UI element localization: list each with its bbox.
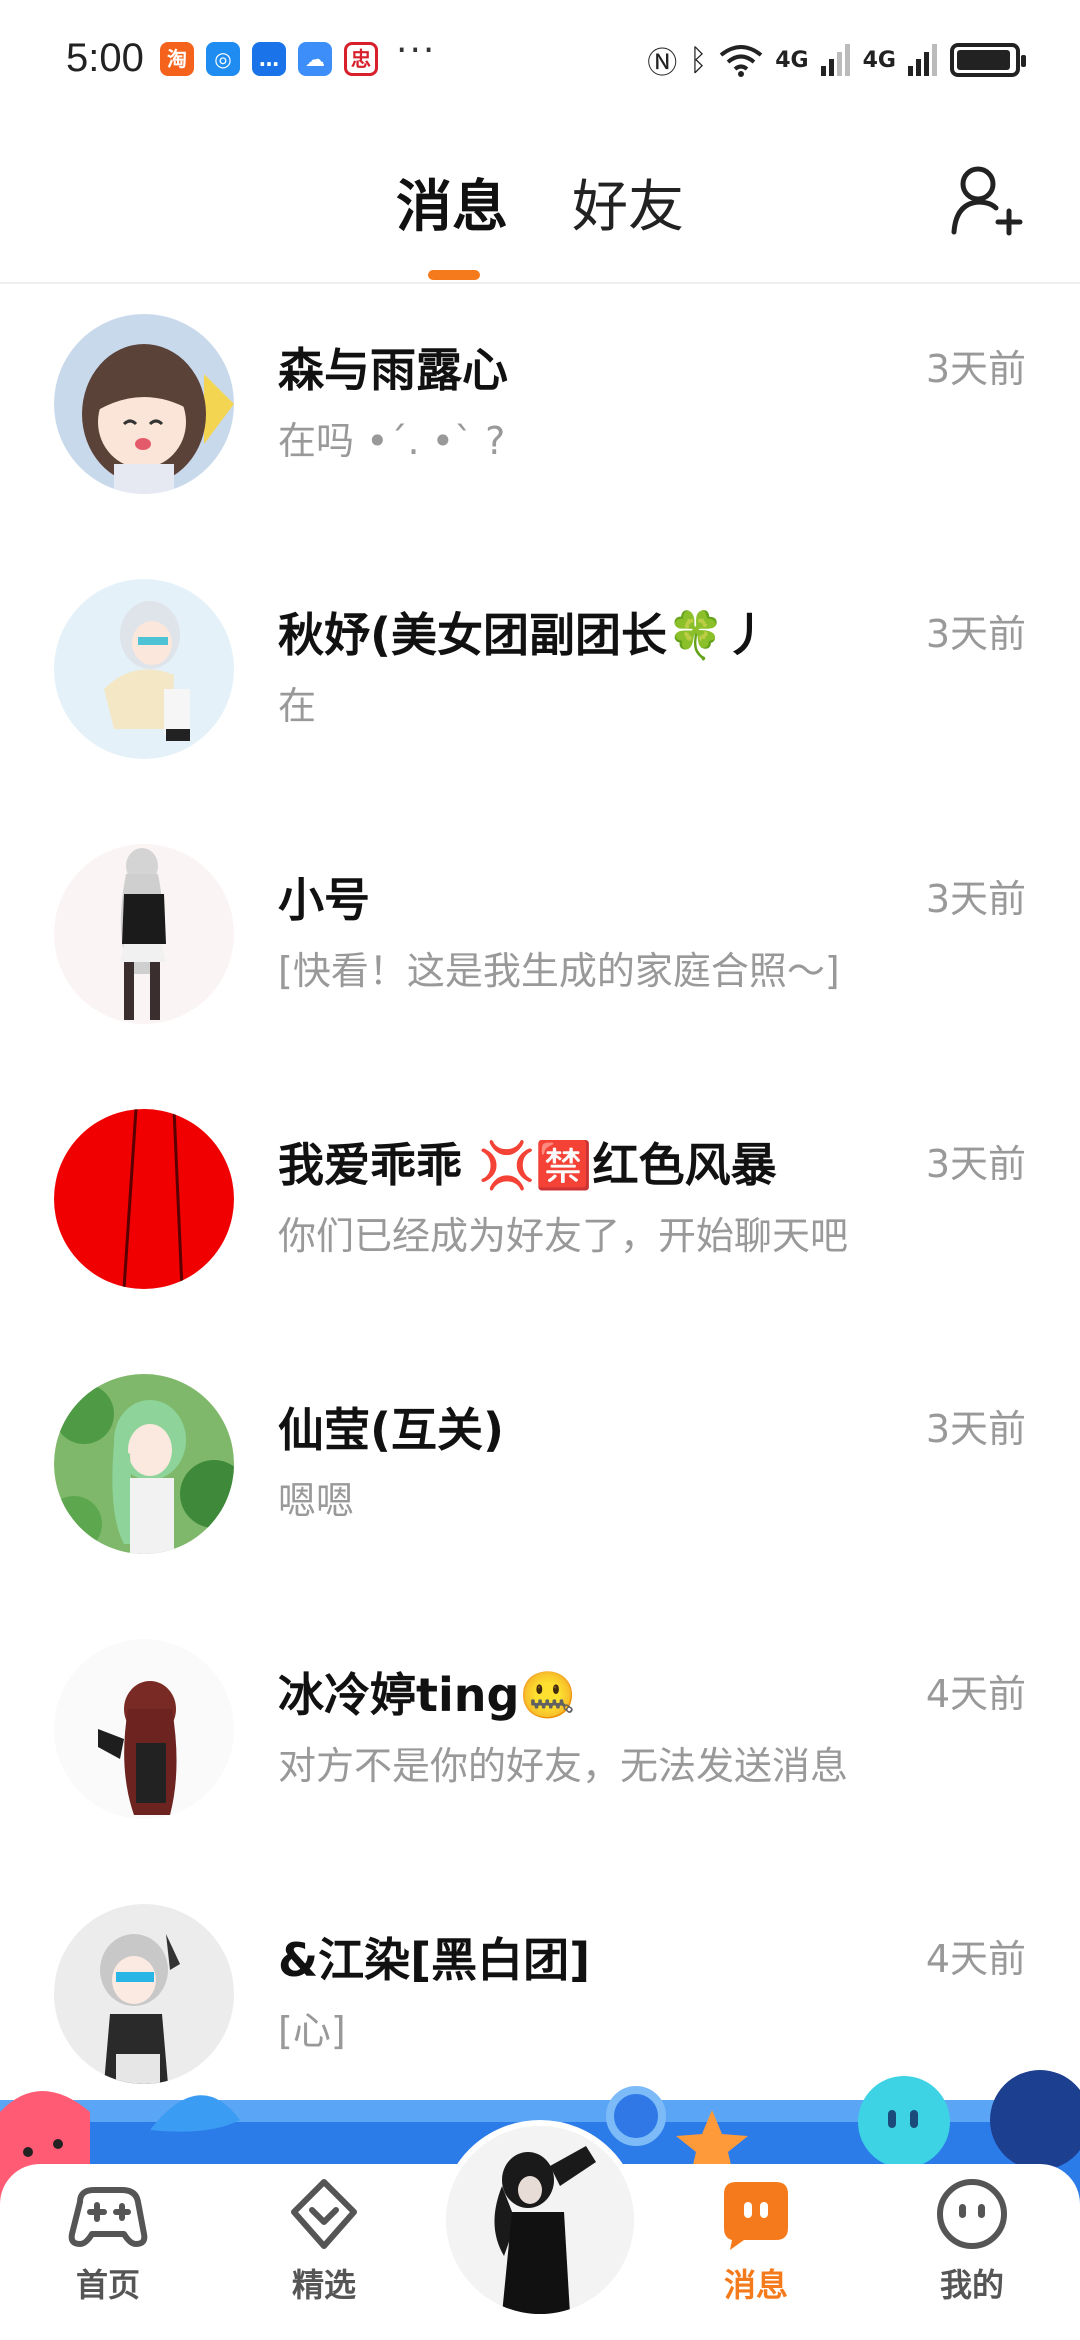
face-icon: [937, 2179, 1007, 2249]
cloud-icon: ☁: [298, 42, 332, 76]
browser-icon: ◎: [206, 42, 240, 76]
avatar[interactable]: [54, 1904, 234, 2084]
avatar[interactable]: [54, 1109, 234, 1289]
avatar[interactable]: [54, 579, 234, 759]
message-time: 3天前: [925, 347, 1026, 391]
message-preview: [快看！这是我生成的家庭合照～]: [278, 949, 840, 993]
avatar[interactable]: [54, 314, 234, 494]
tab-messages[interactable]: 消息: [396, 162, 508, 243]
contact-name: &江染[黑白团]: [278, 1933, 591, 1987]
message-preview: 对方不是你的好友，无法发送消息: [278, 1744, 849, 1788]
contact-name: 小号: [278, 873, 370, 927]
signal-icon-2: [908, 44, 937, 76]
message-time: 3天前: [925, 612, 1026, 656]
nav-me-label: 我的: [939, 2266, 1004, 2304]
battery-icon: [950, 43, 1026, 77]
network-type-2: 4G: [862, 47, 896, 73]
conversation-list: 森与雨露心 在吗 •ˊ. •ˋ ? 3天前 秋妤(美女团副团长🍀丿 在 3天前: [0, 286, 1080, 2141]
message-time: 3天前: [925, 1142, 1026, 1186]
avatar[interactable]: [54, 1374, 234, 1554]
message-time: 3天前: [925, 877, 1026, 921]
conversation-row[interactable]: 小号 [快看！这是我生成的家庭合照～] 3天前: [0, 816, 1080, 1081]
conversation-row[interactable]: 仙莹(互关) 嗯嗯 3天前: [0, 1346, 1080, 1611]
nav-featured[interactable]: 精选: [254, 2172, 394, 2306]
conversation-row[interactable]: 森与雨露心 在吗 •ˊ. •ˋ ? 3天前: [0, 286, 1080, 551]
message-preview: 在: [278, 684, 317, 728]
contact-name: 仙莹(互关): [278, 1403, 505, 1457]
bluetooth-icon: ᛒ: [689, 42, 708, 78]
status-time: 5:00: [66, 36, 144, 80]
message-time: 3天前: [925, 1407, 1026, 1451]
nfc-icon: Ⓝ: [647, 46, 678, 81]
more-notifications: ···: [396, 30, 437, 71]
signal-icon: [820, 44, 850, 76]
battery-level: [957, 50, 1011, 70]
contact-name: 秋妤(美女团副团长🍀丿: [278, 608, 771, 662]
active-tab-indicator: [428, 270, 480, 280]
message-time: 4天前: [925, 1937, 1026, 1981]
heart-badge-icon: [291, 2179, 357, 2249]
contact-name: 冰冷婷ting🤐: [278, 1668, 577, 1722]
center-avatar-button[interactable]: [440, 2120, 640, 2320]
app-icon: 忠: [344, 42, 378, 76]
wifi-icon: [720, 45, 763, 77]
nav-me[interactable]: 我的: [902, 2172, 1042, 2306]
nav-featured-label: 精选: [291, 2266, 356, 2304]
contact-name: 森与雨露心: [278, 343, 508, 397]
messages-header: 消息 好友: [0, 120, 1080, 284]
conversation-row[interactable]: 我爱乖乖 💢🈲红色风暴 你们已经成为好友了，开始聊天吧 3天前: [0, 1081, 1080, 1346]
nav-home-label: 首页: [75, 2266, 140, 2304]
tab-friends[interactable]: 好友: [572, 162, 684, 243]
bottom-navigation: 首页 精选 消息 我的: [0, 2060, 1080, 2340]
add-user-icon[interactable]: [946, 160, 1026, 240]
nav-messages-label: 消息: [723, 2266, 788, 2304]
nav-home[interactable]: 首页: [38, 2172, 178, 2306]
message-preview: 你们已经成为好友了，开始聊天吧: [278, 1214, 849, 1258]
nav-messages[interactable]: 消息: [686, 2172, 826, 2306]
message-preview: 嗯嗯: [278, 1479, 355, 1523]
message-preview: 在吗 •ˊ. •ˋ ?: [278, 419, 506, 463]
avatar[interactable]: [54, 844, 234, 1024]
message-preview: [心]: [278, 2009, 346, 2053]
conversation-row[interactable]: 秋妤(美女团副团长🍀丿 在 3天前: [0, 551, 1080, 816]
chat-icon: …: [252, 42, 286, 76]
message-time: 4天前: [925, 1672, 1026, 1716]
network-type-1: 4G: [775, 47, 809, 73]
status-bar: 5:00 淘 ◎ … ☁ 忠 ··· Ⓝ ᛒ 4G 4G: [0, 0, 1080, 120]
conversation-row[interactable]: 冰冷婷ting🤐 对方不是你的好友，无法发送消息 4天前: [0, 1611, 1080, 1876]
avatar[interactable]: [54, 1639, 234, 1819]
gamepad-icon: [68, 2187, 148, 2247]
taobao-icon: 淘: [160, 42, 194, 76]
contact-name: 我爱乖乖 💢🈲红色风暴: [278, 1138, 777, 1192]
message-icon: [724, 2182, 788, 2250]
